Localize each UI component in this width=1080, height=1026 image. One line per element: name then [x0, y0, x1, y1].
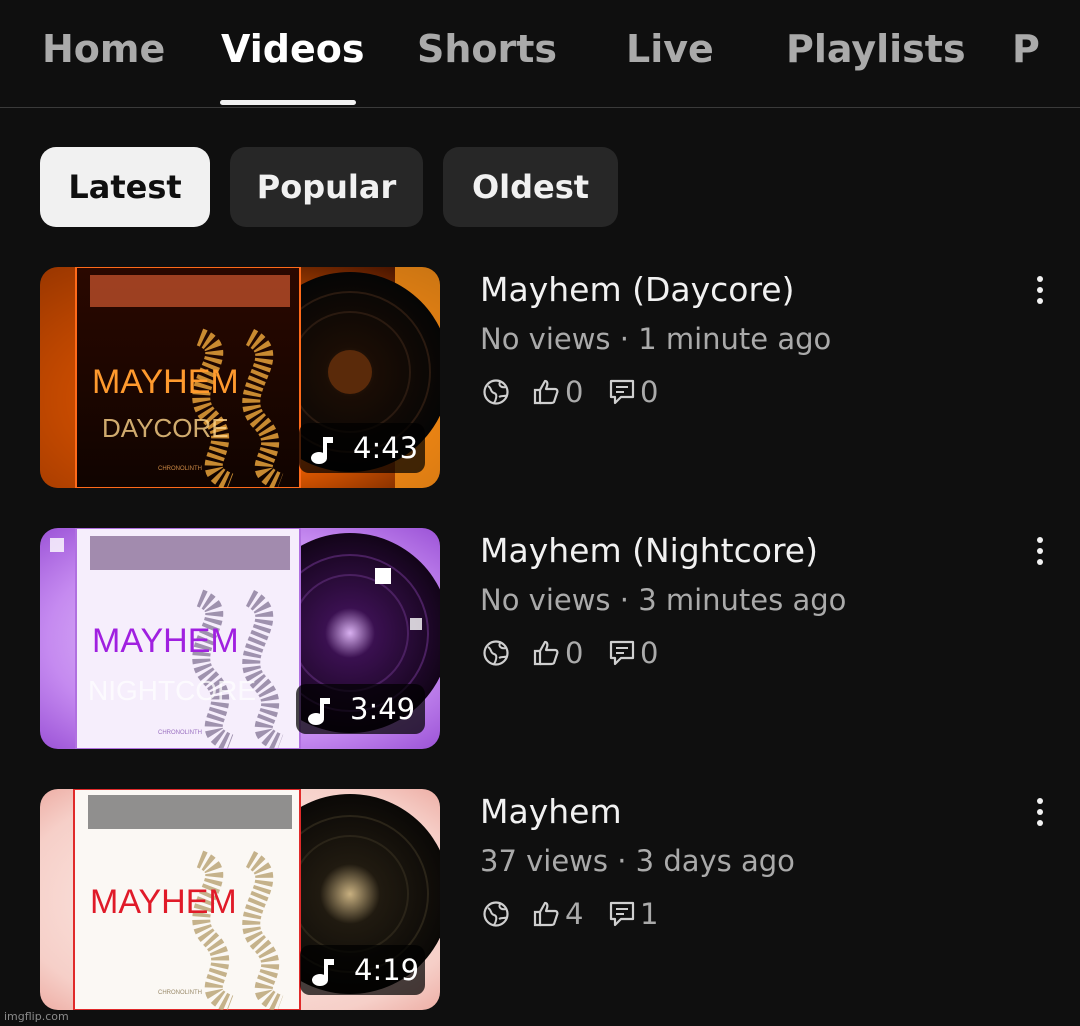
watermark: imgflip.com: [4, 1010, 69, 1023]
tab-videos[interactable]: Videos: [221, 24, 364, 74]
video-meta: 37 views · 3 days ago: [480, 844, 795, 878]
art-artist: CHRONOLINTH: [158, 730, 202, 736]
music-note-icon: [312, 959, 334, 986]
art-subtitle: DAYCORE: [102, 413, 229, 443]
like-count: 4: [565, 897, 584, 931]
music-note-icon: [311, 437, 333, 464]
tab-live[interactable]: Live: [626, 24, 714, 74]
channel-tab-bar: Home Videos Shorts Live Playlists Po: [0, 0, 1080, 108]
video-title[interactable]: Mayhem: [480, 792, 622, 831]
more-vertical-icon[interactable]: [1024, 792, 1056, 832]
globe-icon: [483, 901, 509, 927]
video-meta: No views · 1 minute ago: [480, 322, 832, 356]
duration-text: 4:19: [354, 953, 420, 987]
art-artist: CHRONOLINTH: [158, 466, 202, 472]
duration-badge: 3:49: [296, 684, 425, 734]
more-vertical-icon[interactable]: [1024, 270, 1056, 310]
comment-icon[interactable]: [608, 900, 636, 928]
art-artist: CHRONOLINTH: [158, 990, 202, 996]
thumbs-up-icon[interactable]: [532, 900, 560, 928]
tab-shorts[interactable]: Shorts: [417, 24, 557, 74]
globe-icon: [483, 640, 509, 666]
duration-badge: 4:19: [300, 945, 425, 995]
duration-text: 4:43: [353, 431, 419, 465]
comment-count: 1: [640, 897, 659, 931]
chip-latest[interactable]: Latest: [40, 147, 210, 227]
tab-posts-label: Po: [1012, 27, 1040, 71]
thumbs-up-icon[interactable]: [532, 378, 560, 406]
video-title[interactable]: Mayhem (Nightcore): [480, 531, 818, 570]
comment-icon[interactable]: [608, 378, 636, 406]
more-vertical-icon[interactable]: [1024, 531, 1056, 571]
comment-count: 0: [640, 636, 659, 670]
chip-oldest[interactable]: Oldest: [443, 147, 618, 227]
globe-icon: [483, 379, 509, 405]
like-count: 0: [565, 636, 584, 670]
art-subtitle: NIGHTCORE: [88, 675, 256, 706]
comment-count: 0: [640, 375, 659, 409]
art-title: MAYHEM: [92, 622, 239, 660]
chip-popular[interactable]: Popular: [230, 147, 423, 227]
video-meta: No views · 3 minutes ago: [480, 583, 847, 617]
video-title[interactable]: Mayhem (Daycore): [480, 270, 794, 309]
music-note-icon: [308, 698, 330, 725]
active-tab-indicator: [220, 100, 356, 105]
tab-home[interactable]: Home: [42, 24, 165, 74]
tab-playlists[interactable]: Playlists: [786, 24, 966, 74]
like-count: 0: [565, 375, 584, 409]
art-title: MAYHEM: [90, 883, 237, 921]
video-thumbnail[interactable]: MAYHEM NIGHTCORE CHRONOLINTH 3:49: [40, 528, 440, 749]
duration-text: 3:49: [350, 692, 416, 726]
art-title: MAYHEM: [92, 363, 239, 401]
video-thumbnail[interactable]: MAYHEM CHRONOLINTH 4:19: [40, 789, 440, 1010]
tab-posts-clipped[interactable]: Po: [1012, 24, 1040, 74]
video-thumbnail[interactable]: MAYHEM DAYCORE CHRONOLINTH 4:43: [40, 267, 440, 488]
thumbs-up-icon[interactable]: [532, 639, 560, 667]
comment-icon[interactable]: [608, 639, 636, 667]
duration-badge: 4:43: [299, 423, 425, 473]
